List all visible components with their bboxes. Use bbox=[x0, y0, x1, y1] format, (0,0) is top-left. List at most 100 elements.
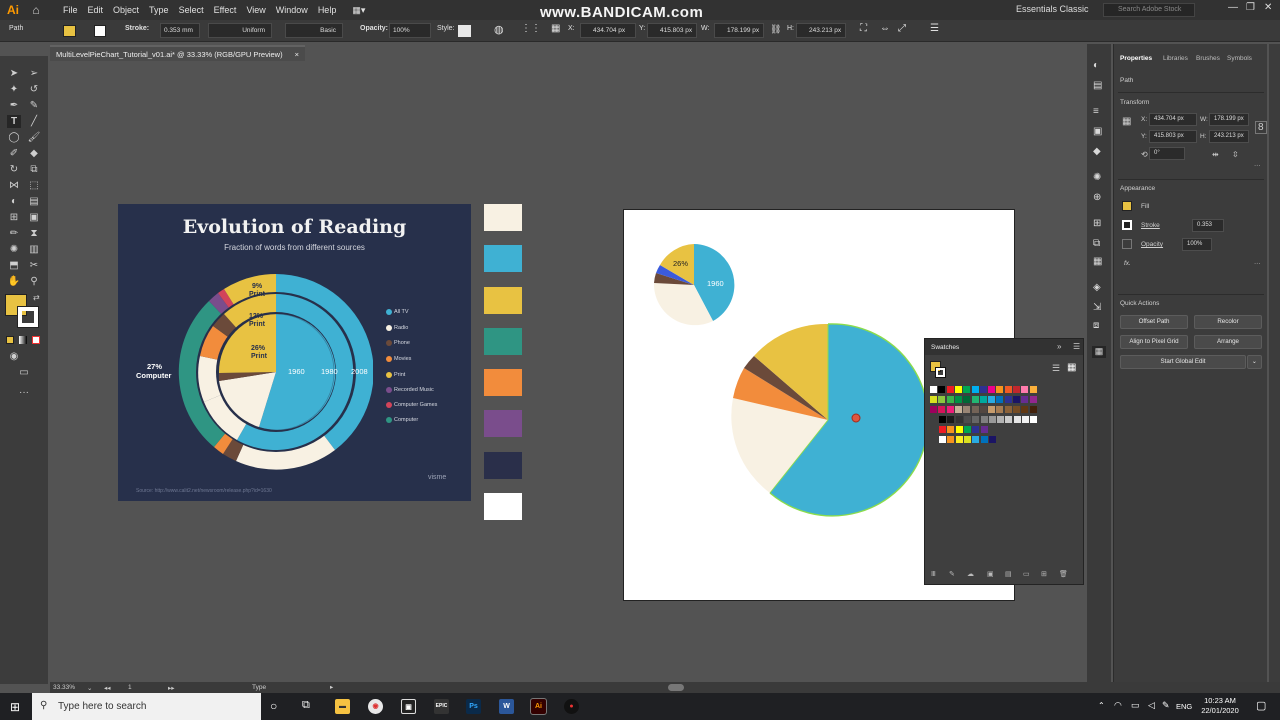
tab-properties[interactable]: Properties bbox=[1120, 55, 1152, 62]
notifications-icon[interactable]: ▢ bbox=[1256, 699, 1266, 712]
swatch-cell[interactable] bbox=[938, 406, 946, 413]
wifi-icon[interactable]: ◠ bbox=[1114, 700, 1122, 711]
swatch-cell[interactable] bbox=[972, 416, 980, 423]
panel-menu-icon[interactable]: ☰ bbox=[930, 23, 939, 34]
zoom-level[interactable]: 33.33% bbox=[53, 684, 75, 691]
pathfinder-dock-icon[interactable]: ⧉ bbox=[1093, 238, 1100, 249]
slice-tool-icon[interactable]: ✂ bbox=[27, 259, 41, 272]
swatch-cell[interactable] bbox=[988, 406, 996, 413]
y-position-field[interactable]: 415.803 px bbox=[1149, 130, 1197, 143]
task-view-icon[interactable]: ⧉ bbox=[302, 699, 310, 712]
swatch-cell[interactable] bbox=[930, 396, 937, 403]
selection-tool-icon[interactable]: ➤ bbox=[7, 67, 21, 80]
eyedropper-tool-icon[interactable]: ✏ bbox=[7, 227, 21, 240]
opacity-label-prop[interactable]: Opacity bbox=[1141, 241, 1163, 248]
swatch-block-print[interactable] bbox=[484, 287, 522, 314]
fill-swatch[interactable] bbox=[63, 25, 76, 37]
magic-wand-tool-icon[interactable]: ✦ bbox=[7, 83, 21, 96]
grid-view-icon[interactable]: ▦ bbox=[1067, 362, 1076, 373]
transform-dock-icon[interactable]: ▦ bbox=[1093, 256, 1102, 267]
variable-width-profile[interactable]: Uniform bbox=[208, 23, 272, 38]
menu-type[interactable]: Type bbox=[144, 5, 174, 15]
swatch-options-icon[interactable]: ▣ bbox=[987, 570, 994, 578]
color-mode-icon[interactable] bbox=[6, 336, 14, 344]
more-options-icon[interactable]: ··· bbox=[1254, 162, 1261, 169]
show-swatch-kinds-icon[interactable]: ✎ bbox=[949, 570, 955, 578]
illustrator-icon[interactable]: Ai bbox=[530, 698, 547, 715]
swatch-cell[interactable] bbox=[1022, 416, 1029, 423]
stroke-weight-prop[interactable]: 0.353 bbox=[1192, 219, 1224, 232]
recolor-icon[interactable]: ◍ bbox=[494, 23, 504, 36]
swatch-cell[interactable] bbox=[972, 426, 980, 433]
swatch-cell[interactable] bbox=[938, 386, 946, 393]
height-field[interactable]: 243.213 px bbox=[1209, 130, 1249, 143]
home-icon[interactable]: ⌂ bbox=[24, 3, 48, 17]
color-dock-icon[interactable]: ▣ bbox=[1093, 126, 1102, 137]
swatch-cell[interactable] bbox=[988, 416, 996, 423]
swatch-cell[interactable] bbox=[954, 396, 962, 403]
swatch-cell[interactable] bbox=[979, 396, 987, 403]
swatch-cell[interactable] bbox=[963, 396, 971, 403]
swatch-cell[interactable] bbox=[946, 386, 954, 393]
brush-definition[interactable]: Basic bbox=[285, 23, 343, 38]
x-field[interactable]: 434.704 px bbox=[580, 23, 636, 38]
word-icon[interactable]: W bbox=[499, 699, 514, 714]
swatch-cell[interactable] bbox=[1021, 386, 1029, 393]
swatch-cell[interactable] bbox=[1005, 416, 1013, 423]
artboard-number[interactable]: 1 bbox=[128, 684, 132, 691]
brushes-dock-icon[interactable]: ✺ bbox=[1093, 172, 1101, 183]
tab-symbols[interactable]: Symbols bbox=[1227, 55, 1252, 62]
hand-tool-icon[interactable]: ✋ bbox=[7, 275, 21, 288]
workspace-switcher[interactable]: Essentials Classic bbox=[1016, 4, 1089, 14]
swatch-cell[interactable] bbox=[939, 416, 946, 423]
swatch-block-navy[interactable] bbox=[484, 452, 522, 479]
swatch-cell[interactable] bbox=[1013, 396, 1020, 403]
swatch-cell[interactable] bbox=[979, 386, 987, 393]
stack-dock-icon[interactable]: ◈ bbox=[1093, 282, 1101, 293]
cortana-icon[interactable]: ○ bbox=[270, 699, 277, 713]
pen-tool-icon[interactable]: ✒ bbox=[7, 99, 21, 112]
rotate-tool-icon[interactable]: ↻ bbox=[7, 163, 21, 176]
offset-path-button[interactable]: Offset Path bbox=[1120, 315, 1188, 329]
swatch-cell[interactable] bbox=[980, 436, 988, 443]
menu-edit[interactable]: Edit bbox=[83, 5, 109, 15]
reference-point-icon[interactable]: ▦ bbox=[551, 23, 560, 34]
tab-libraries[interactable]: Libraries bbox=[1163, 55, 1188, 62]
lasso-tool-icon[interactable]: ↺ bbox=[27, 83, 41, 96]
swatch-cell[interactable] bbox=[955, 436, 963, 443]
swatch-cell[interactable] bbox=[930, 386, 937, 393]
menu-help[interactable]: Help bbox=[313, 5, 342, 15]
menu-view[interactable]: View bbox=[241, 5, 270, 15]
next-artboard-icon[interactable]: ▸▸ bbox=[168, 684, 175, 692]
horizontal-scroll-thumb[interactable] bbox=[668, 684, 684, 691]
shape-builder-tool-icon[interactable]: ◐ bbox=[7, 195, 21, 208]
swatch-cell[interactable] bbox=[1013, 416, 1021, 423]
menu-file[interactable]: File bbox=[58, 5, 83, 15]
swatch-cell[interactable] bbox=[938, 396, 946, 403]
list-view-icon[interactable]: ☰ bbox=[1052, 363, 1060, 374]
menu-window[interactable]: Window bbox=[271, 5, 313, 15]
menu-effect[interactable]: Effect bbox=[209, 5, 242, 15]
mesh-tool-icon[interactable]: ⊞ bbox=[7, 211, 21, 224]
export-dock-icon[interactable]: ⇲ bbox=[1093, 302, 1101, 313]
zoom-tool-icon[interactable]: ⚲ bbox=[27, 275, 41, 288]
gradient-tool-icon[interactable]: ▣ bbox=[27, 211, 41, 224]
camera-app-icon[interactable]: ▣ bbox=[401, 699, 416, 714]
status-arrow-icon[interactable]: ▸ bbox=[330, 683, 333, 691]
none-mode-icon[interactable] bbox=[32, 336, 40, 344]
swatch-cell[interactable] bbox=[955, 416, 963, 423]
maximize-icon[interactable]: ❐ bbox=[1246, 2, 1255, 13]
swatch-cell[interactable] bbox=[971, 396, 979, 403]
document-tab[interactable]: MultiLevelPieChart_Tutorial_v01.ai* @ 33… bbox=[50, 45, 305, 61]
width-tool-icon[interactable]: ⋈ bbox=[7, 179, 21, 192]
layers-dock-icon[interactable]: ≡ bbox=[1093, 106, 1099, 117]
symbols-dock-icon[interactable]: ⊕ bbox=[1093, 192, 1101, 203]
h-field[interactable]: 243.213 px bbox=[796, 23, 846, 38]
properties-dock-icon[interactable]: ▤ bbox=[1093, 80, 1102, 91]
zoom-chevron-down-icon[interactable]: ⌄ bbox=[87, 684, 92, 692]
swatch-cell[interactable] bbox=[1029, 386, 1037, 393]
edit-toolbar-icon[interactable]: ··· bbox=[17, 386, 31, 399]
style-swatch[interactable] bbox=[458, 25, 471, 37]
swatch-cell[interactable] bbox=[1013, 406, 1020, 413]
volume-icon[interactable]: ◁ bbox=[1148, 700, 1155, 711]
